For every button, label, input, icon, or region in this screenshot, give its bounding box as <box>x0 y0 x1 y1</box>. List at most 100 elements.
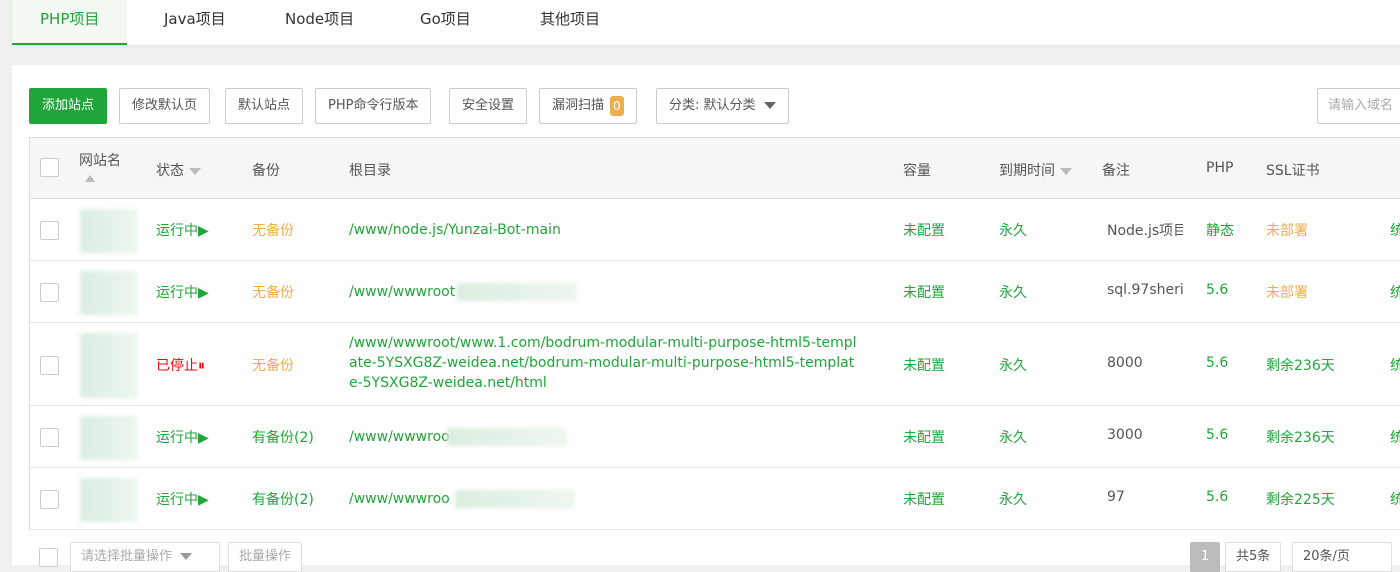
stats-link[interactable]: 统 <box>1390 427 1400 447</box>
capacity-link[interactable]: 未配置 <box>903 427 945 447</box>
stats-link[interactable]: 统 <box>1390 282 1400 302</box>
capacity-link[interactable]: 未配置 <box>903 355 945 375</box>
batch-operation-select[interactable]: 请选择批量操作 <box>70 542 220 572</box>
row-checkbox[interactable] <box>40 355 59 375</box>
site-table: 网站名 状态 备份 根目录 容量 到期时间 备注 PHP SSL证书 运行中▶ 无… <box>29 137 1400 530</box>
site-name-redacted[interactable] <box>80 333 138 398</box>
capacity-link[interactable]: 未配置 <box>903 220 945 240</box>
tab-go[interactable]: Go项目 <box>420 0 471 45</box>
col-backup: 备份 <box>252 163 280 179</box>
total-count: 共5条 <box>1225 542 1282 572</box>
sort-up-icon <box>85 175 95 182</box>
capacity-link[interactable]: 未配置 <box>903 282 945 302</box>
php-version-link[interactable]: 5.6 <box>1206 489 1228 505</box>
backup-link[interactable]: 无备份 <box>252 282 294 302</box>
root-path-link[interactable]: /www/wwwroo <box>349 427 859 447</box>
php-version-link[interactable]: 5.6 <box>1206 355 1228 371</box>
remark-input[interactable]: sql.97sheril <box>1107 282 1183 298</box>
root-path-link[interactable]: /www/node.js/Yunzai-Bot-main <box>349 220 859 240</box>
path-redacted <box>457 283 577 301</box>
table-header: 网站名 状态 备份 根目录 容量 到期时间 备注 PHP SSL证书 <box>30 138 1400 199</box>
ssl-link[interactable]: 剩余236天 <box>1266 427 1335 447</box>
row-checkbox[interactable] <box>40 490 59 509</box>
chevron-down-icon <box>763 102 776 109</box>
root-path-link[interactable]: /www/wwwroot/www.1.com/bodrum-modular-mu… <box>349 333 859 393</box>
php-version-link[interactable]: 5.6 <box>1206 427 1228 443</box>
footer-select-all-checkbox[interactable] <box>39 548 58 567</box>
backup-link[interactable]: 有备份(2) <box>252 489 314 509</box>
row-checkbox[interactable] <box>40 428 59 447</box>
php-version-link[interactable]: 静态 <box>1206 220 1234 240</box>
tab-node[interactable]: Node项目 <box>285 0 354 45</box>
status-toggle[interactable]: 运行中▶ <box>156 427 209 447</box>
table-row: 运行中▶ 有备份(2) /www/wwwroo 未配置 永久 97 5.6 剩余225天 统 <box>30 468 1400 530</box>
col-status[interactable]: 状态 <box>156 160 201 180</box>
col-name-label: 网站名 <box>79 153 121 169</box>
scan-count-badge: 0 <box>610 95 624 116</box>
backup-link[interactable]: 无备份 <box>252 220 294 240</box>
stats-link[interactable]: 统 <box>1390 220 1400 240</box>
root-path-link[interactable]: /www/wwwroot <box>349 282 859 302</box>
tab-php[interactable]: PHP项目 <box>12 0 128 45</box>
table-row: 运行中▶ 无备份/www/wwwroot 未配置 永久 sql.97sheril 5.6 未… <box>30 261 1400 323</box>
col-expire[interactable]: 到期时间 <box>999 160 1072 180</box>
ssl-link[interactable]: 未部署 <box>1266 220 1308 240</box>
col-name[interactable]: 网站名 <box>79 150 121 186</box>
php-version-link[interactable]: 5.6 <box>1206 282 1228 298</box>
remark-input[interactable]: Node.js项目 <box>1107 220 1183 240</box>
col-capacity: 容量 <box>903 163 931 179</box>
table-row: 已停止⏸ 无备份/www/wwwroot/www.1.com/bodrum-mod… <box>30 323 1400 406</box>
add-site-button[interactable]: 添加站点 <box>29 88 108 124</box>
batch-placeholder: 请选择批量操作 <box>81 549 173 564</box>
capacity-link[interactable]: 未配置 <box>903 489 945 509</box>
stats-link[interactable]: 统 <box>1390 489 1400 509</box>
row-checkbox[interactable] <box>40 221 59 240</box>
default-site-button[interactable]: 默认站点 <box>225 88 304 124</box>
col-remark: 备注 <box>1102 163 1130 179</box>
status-toggle[interactable]: 运行中▶ <box>156 220 209 240</box>
expire-link[interactable]: 永久 <box>999 489 1027 509</box>
expire-link[interactable]: 永久 <box>999 282 1027 302</box>
tab-other[interactable]: 其他项目 <box>540 0 600 45</box>
category-select[interactable]: 分类: 默认分类 <box>656 88 789 124</box>
domain-search-input[interactable]: 请输入域名 <box>1317 88 1400 124</box>
expire-link[interactable]: 永久 <box>999 355 1027 375</box>
table-row: 运行中▶ 有备份(2) /www/wwwroo 未配置 永久 3000 5.6 剩余236天 统 <box>30 406 1400 468</box>
expire-link[interactable]: 永久 <box>999 220 1027 240</box>
status-toggle[interactable]: 已停止⏸ <box>156 355 205 375</box>
root-path-link[interactable]: /www/wwwroo <box>349 489 859 509</box>
category-label: 分类: 默认分类 <box>669 98 756 113</box>
site-name-redacted[interactable] <box>80 416 138 460</box>
stats-link[interactable]: 统 <box>1390 355 1400 375</box>
security-settings-button[interactable]: 安全设置 <box>449 88 528 124</box>
remark-input[interactable]: 97 <box>1107 489 1183 505</box>
row-checkbox[interactable] <box>40 283 59 302</box>
path-redacted <box>455 490 575 508</box>
page-1-button[interactable]: 1 <box>1190 542 1221 572</box>
batch-operation-button[interactable]: 批量操作 <box>228 542 303 572</box>
col-php: PHP <box>1206 160 1234 176</box>
ssl-link[interactable]: 未部署 <box>1266 282 1308 302</box>
modify-default-page-button[interactable]: 修改默认页 <box>119 88 211 124</box>
remark-input[interactable]: 3000 <box>1107 427 1183 443</box>
backup-link[interactable]: 无备份 <box>252 355 294 375</box>
sort-down-icon <box>189 167 201 175</box>
project-tabs: PHP项目 Java项目 Node项目 Go项目 其他项目 <box>12 0 1400 45</box>
status-toggle[interactable]: 运行中▶ <box>156 489 209 509</box>
site-name-redacted[interactable] <box>80 271 138 315</box>
select-all-checkbox[interactable] <box>40 158 59 177</box>
status-toggle[interactable]: 运行中▶ <box>156 282 209 302</box>
php-cli-version-button[interactable]: PHP命令行版本 <box>315 88 432 124</box>
col-ssl: SSL证书 <box>1266 163 1320 179</box>
per-page-select[interactable]: 20条/页 <box>1292 542 1392 572</box>
backup-link[interactable]: 有备份(2) <box>252 427 314 447</box>
tab-java[interactable]: Java项目 <box>164 0 226 45</box>
ssl-link[interactable]: 剩余236天 <box>1266 355 1335 375</box>
expire-link[interactable]: 永久 <box>999 427 1027 447</box>
site-name-redacted[interactable] <box>80 209 138 253</box>
vulnerability-scan-button[interactable]: 漏洞扫描 0 <box>539 88 637 124</box>
ssl-link[interactable]: 剩余225天 <box>1266 489 1335 509</box>
site-name-redacted[interactable] <box>80 478 138 522</box>
chevron-down-icon <box>180 553 193 560</box>
remark-input[interactable]: 8000 <box>1107 355 1183 371</box>
